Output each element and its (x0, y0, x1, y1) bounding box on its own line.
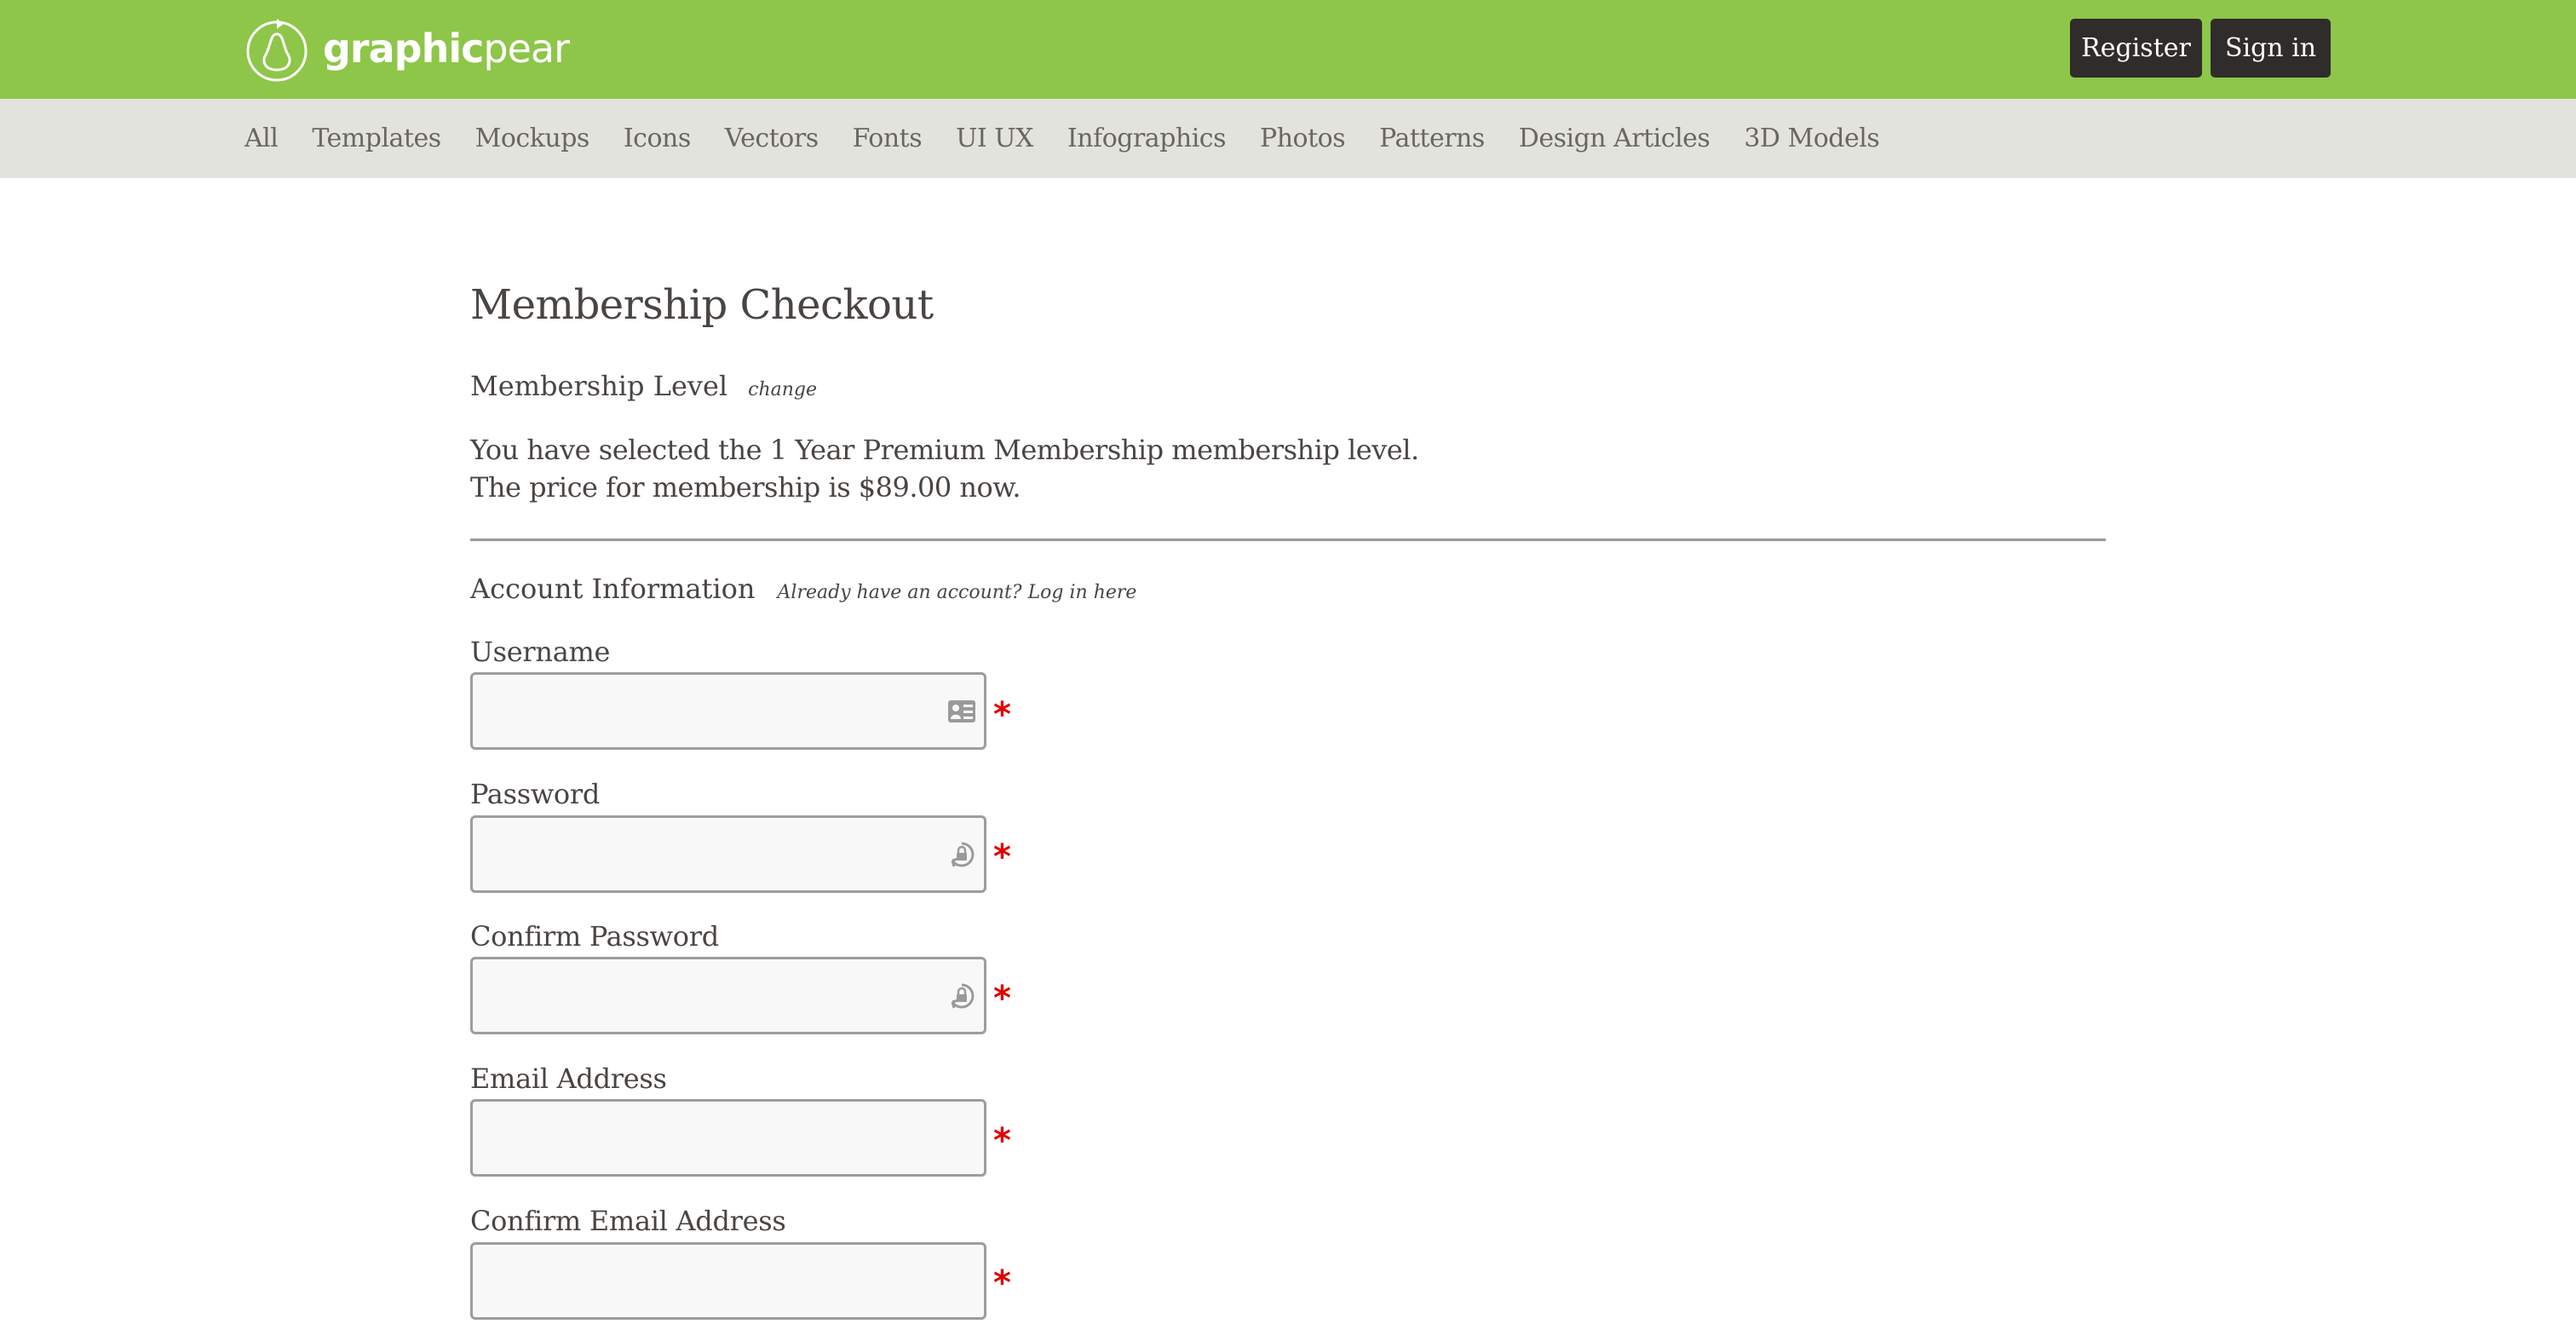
password-lock-icon (951, 983, 975, 1009)
change-level-link[interactable]: change (748, 379, 817, 400)
required-asterisk: * (993, 1121, 1011, 1160)
confirm-email-input[interactable] (470, 1242, 986, 1320)
confirm-email-label: Confirm Email Address (470, 1205, 786, 1237)
email-input[interactable] (470, 1099, 986, 1177)
logo-text: graphicpear (323, 26, 570, 72)
membership-level-description: You have selected the 1 Year Premium Mem… (470, 431, 1419, 506)
account-information-heading: Account Information (470, 573, 756, 605)
price-text: The price for membership is $89.00 now. (470, 471, 1021, 504)
nav-item-infographics[interactable]: Infographics (1067, 124, 1227, 153)
logo-text-bold: graphic (323, 26, 484, 72)
pear-logo-icon (246, 19, 308, 82)
page-title: Membership Checkout (470, 281, 934, 329)
category-nav-bar: All Templates Mockups Icons Vectors Font… (0, 99, 2576, 178)
nav-item-all[interactable]: All (244, 124, 279, 153)
nav-item-design-articles[interactable]: Design Articles (1519, 124, 1711, 153)
login-link[interactable]: Already have an account? Log in here (778, 582, 1137, 603)
nav-item-fonts[interactable]: Fonts (853, 124, 923, 153)
account-information-header: Account Information Already have an acco… (470, 573, 1136, 605)
logo[interactable]: graphicpear (244, 12, 570, 85)
confirm-password-label: Confirm Password (470, 920, 719, 953)
nav-item-templates[interactable]: Templates (312, 124, 441, 153)
required-asterisk: * (993, 979, 1011, 1018)
nav-item-patterns[interactable]: Patterns (1379, 124, 1485, 153)
username-label: Username (470, 636, 611, 668)
required-asterisk: * (993, 838, 1011, 877)
contact-card-icon (948, 700, 975, 722)
confirm-password-input[interactable] (470, 957, 986, 1034)
password-label: Password (470, 778, 601, 810)
nav-item-ui-ux[interactable]: UI UX (956, 124, 1033, 153)
top-header: graphicpear Register Sign in (0, 0, 2576, 99)
nav-item-icons[interactable]: Icons (624, 124, 691, 153)
password-input[interactable] (470, 815, 986, 893)
username-input[interactable] (470, 672, 986, 750)
register-button[interactable]: Register (2070, 19, 2202, 78)
nav-item-mockups[interactable]: Mockups (475, 124, 590, 153)
membership-level-heading: Membership Level (470, 370, 728, 402)
nav-item-photos[interactable]: Photos (1260, 124, 1346, 153)
logo-text-light: pear (483, 26, 570, 72)
nav-item-3d-models[interactable]: 3D Models (1744, 124, 1879, 153)
selected-level-text: You have selected the 1 Year Premium Mem… (470, 434, 1419, 466)
email-label: Email Address (470, 1062, 667, 1095)
required-asterisk: * (993, 695, 1011, 734)
sign-in-button[interactable]: Sign in (2211, 19, 2331, 78)
category-nav: All Templates Mockups Icons Vectors Font… (244, 99, 1913, 178)
nav-item-vectors[interactable]: Vectors (725, 124, 819, 153)
membership-level-header: Membership Level change (470, 370, 817, 402)
password-lock-icon (951, 842, 975, 867)
required-asterisk: * (993, 1264, 1011, 1303)
section-divider (470, 538, 2106, 542)
